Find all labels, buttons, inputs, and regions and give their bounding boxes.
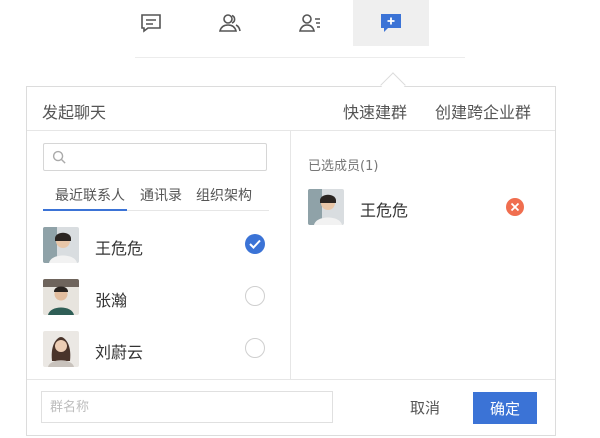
contact-row[interactable]: 张瀚 (43, 279, 269, 319)
top-tab-bar (0, 0, 600, 46)
selected-member: 王危危 (308, 189, 532, 229)
chat-icon (141, 14, 161, 33)
contact-name: 刘蔚云 (95, 343, 144, 362)
contact-name: 张瀚 (95, 291, 128, 310)
avatar (43, 331, 79, 367)
check-icon (249, 239, 261, 249)
selected-count-label: 已选成员(1) (308, 159, 379, 174)
ok-button[interactable]: 确定 (473, 392, 537, 424)
dialog-header: 发起聊天 快速建群 创建跨企业群 (27, 87, 555, 131)
start-chat-dialog: 发起聊天 快速建群 创建跨企业群 最近联系人 通讯录 组织架构 王危危 张瀚 刘… (26, 86, 556, 436)
contact-name: 王危危 (95, 239, 144, 258)
quick-group-link[interactable]: 快速建群 (343, 99, 407, 123)
group-name-input[interactable] (41, 391, 333, 423)
contact-row[interactable]: 刘蔚云 (43, 331, 269, 371)
tab-recent-contacts[interactable]: 最近联系人 (43, 183, 127, 211)
dialog-footer: 取消 确定 (27, 379, 555, 435)
selected-members-pane: 已选成员(1) 王危危 (292, 131, 555, 379)
contact-source-tabs: 最近联系人 通讯录 组织架构 (43, 183, 269, 211)
cross-enterprise-group-link[interactable]: 创建跨企业群 (435, 99, 531, 123)
avatar (43, 227, 79, 263)
close-icon (510, 202, 520, 212)
search-box[interactable] (43, 143, 267, 171)
remove-member-button[interactable] (506, 198, 524, 216)
contact-checkbox[interactable] (245, 338, 265, 358)
search-icon (52, 150, 66, 164)
top-divider (135, 57, 465, 58)
add-chat-icon (381, 14, 401, 32)
cancel-button[interactable]: 取消 (395, 391, 455, 423)
contact-picker: 最近联系人 通讯录 组织架构 王危危 张瀚 刘蔚云 (27, 131, 291, 379)
tab-address-book[interactable]: 通讯录 (140, 183, 182, 211)
dialog-title: 发起聊天 (42, 103, 107, 122)
org-list-icon (298, 14, 320, 32)
contacts-icon (218, 14, 241, 32)
tab-org[interactable] (272, 0, 348, 46)
selected-member-name: 王危危 (360, 201, 409, 220)
contact-checkbox[interactable] (245, 234, 265, 254)
contact-row[interactable]: 王危危 (43, 227, 269, 267)
search-input[interactable] (72, 146, 262, 168)
contact-checkbox[interactable] (245, 286, 265, 306)
tab-add-chat[interactable] (353, 0, 429, 46)
tab-contacts[interactable] (192, 0, 268, 46)
tab-org-structure[interactable]: 组织架构 (196, 183, 252, 211)
tab-chats[interactable] (113, 0, 189, 46)
avatar (43, 279, 79, 315)
avatar (308, 189, 344, 225)
